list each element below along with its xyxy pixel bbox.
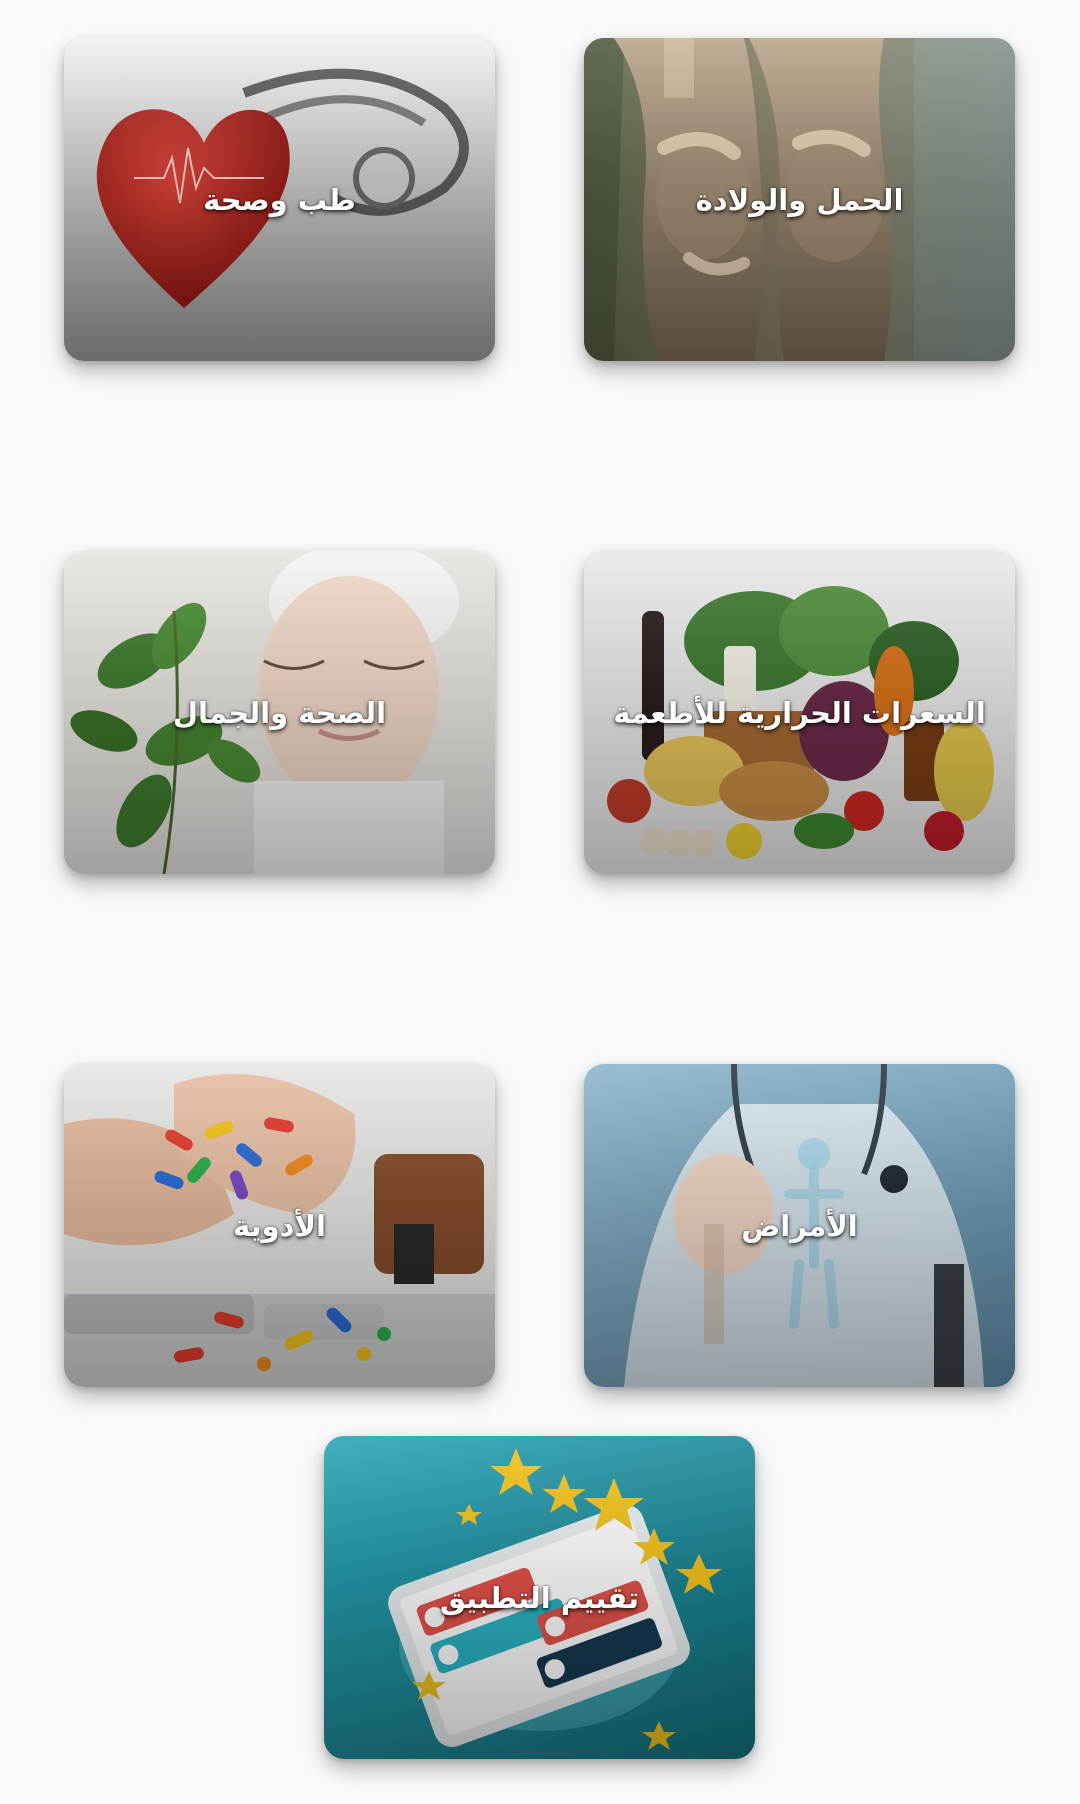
category-card-medicine-health[interactable]: طب وصحة [64, 38, 495, 361]
categories-screen: الحمل والولادة طب وصحة السعرات الحرارية … [0, 0, 1080, 1804]
category-label: الأدوية [233, 1208, 326, 1243]
category-card-diseases[interactable]: الأمراض [584, 1064, 1015, 1387]
category-card-pregnancy[interactable]: الحمل والولادة [584, 38, 1015, 361]
rate-app-label: تقييم التطبيق [439, 1580, 639, 1615]
rate-app-card[interactable]: تقييم التطبيق [324, 1436, 755, 1759]
category-card-calories[interactable]: السعرات الحرارية للأطعمة [584, 551, 1015, 874]
category-label: طب وصحة [203, 182, 356, 217]
category-label: الحمل والولادة [695, 182, 904, 217]
category-label: الأمراض [741, 1208, 858, 1243]
category-card-health-beauty[interactable]: الصحة والجمال [64, 551, 495, 874]
category-card-medications[interactable]: الأدوية [64, 1064, 495, 1387]
category-label: الصحة والجمال [172, 695, 387, 730]
category-label: السعرات الحرارية للأطعمة [613, 695, 986, 730]
